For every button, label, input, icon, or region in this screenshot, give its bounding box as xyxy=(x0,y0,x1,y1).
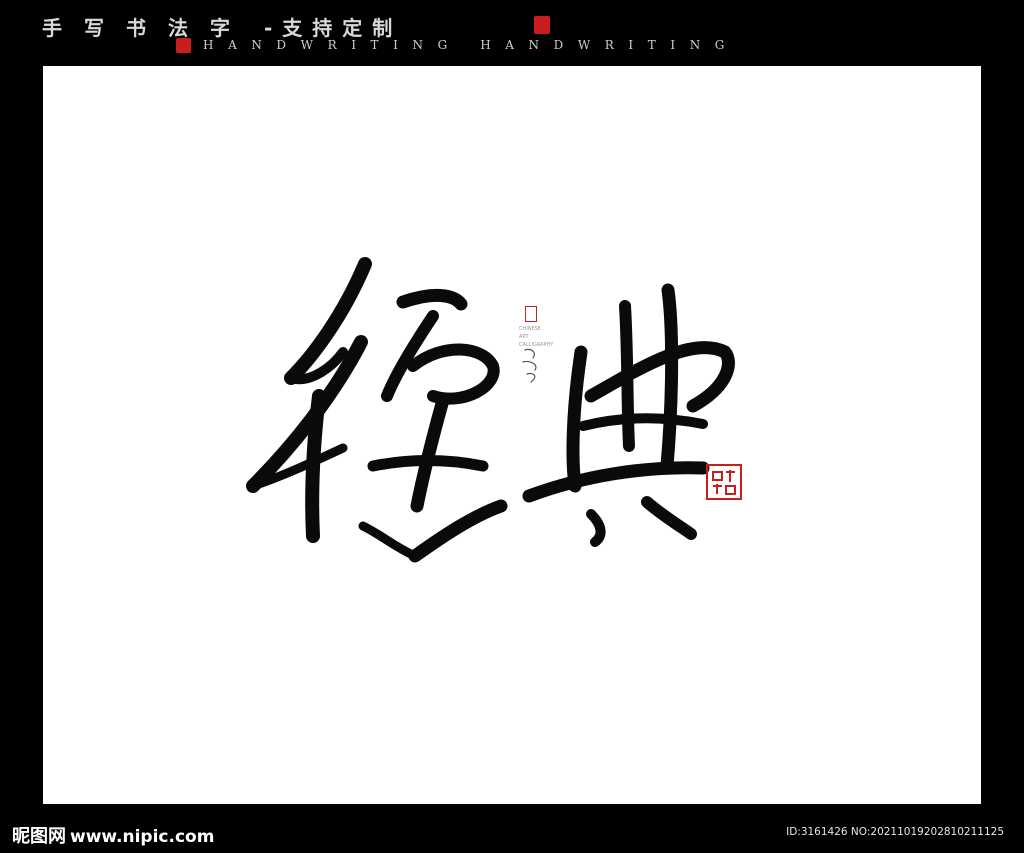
artist-seal-red xyxy=(706,464,742,500)
mini-signature-line: CHINESE xyxy=(519,326,541,332)
header-seal-small xyxy=(176,38,191,53)
mini-seal-red xyxy=(525,306,537,322)
header-seal-red xyxy=(534,16,550,34)
logo-url: www.nipic.com xyxy=(70,827,215,847)
header: 手写书法字 -支持定制 HANDWRITING HANDWRITING xyxy=(0,0,1024,66)
page-title: 手写书法字 -支持定制 xyxy=(42,12,402,41)
mini-signature-line: ART xyxy=(519,334,529,340)
title-main: 手写书法字 xyxy=(42,16,252,40)
site-logo: 昵图网 www.nipic.com xyxy=(12,822,214,848)
seal-glyph-icon xyxy=(712,470,736,495)
artwork-canvas: CHINESE ART CALLIGRAPHY xyxy=(43,66,981,804)
handwriting-tagline: HANDWRITING HANDWRITING xyxy=(203,38,739,52)
footer: 昵图网 www.nipic.com ID:3161426 NO:202110192… xyxy=(0,810,1024,853)
mini-signature-scribble xyxy=(522,348,537,383)
logo-text: 昵图网 xyxy=(12,826,66,847)
calligraphy-artwork xyxy=(246,257,735,563)
image-id: ID:3161426 NO:20211019202810211125 xyxy=(786,826,1004,838)
title-sub: -支持定制 xyxy=(264,16,403,40)
